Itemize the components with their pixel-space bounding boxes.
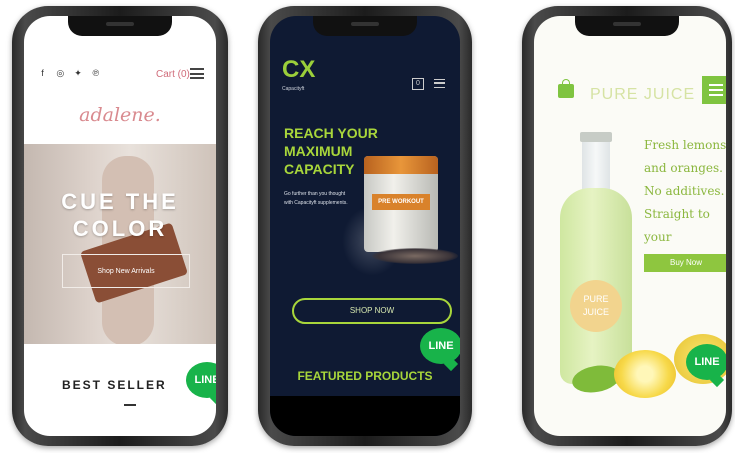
featured-products-title: FEATURED PRODUCTS (297, 369, 433, 383)
adalene-screen: f ◎ ✦ ℗ Cart (0) adalene. CUE THE COLOR … (24, 16, 216, 436)
shopping-bag-icon[interactable] (558, 79, 574, 98)
phone-adalene: f ◎ ✦ ℗ Cart (0) adalene. CUE THE COLOR … (12, 6, 228, 446)
buy-now-button[interactable]: Buy Now (644, 254, 726, 272)
cart-link[interactable]: Cart (0) (156, 69, 190, 80)
twitter-icon[interactable]: ✦ (74, 68, 83, 78)
phone-pure-juice: PURE JUICE PURE JUICE Fresh lemons and o… (522, 6, 732, 446)
menu-bar (709, 94, 723, 96)
adalene-nav: f ◎ ✦ ℗ Cart (0) (38, 68, 204, 84)
best-seller-title: BEST SELLER (62, 378, 167, 392)
facebook-icon[interactable]: f (38, 68, 47, 78)
cart-icon[interactable]: 0 (412, 78, 424, 90)
pouch-top (364, 156, 438, 174)
phone-notch (575, 16, 679, 36)
hero-headline: CUE THE COLOR (61, 189, 179, 241)
shop-now-button[interactable]: SHOP NOW (292, 298, 452, 324)
bottle-label: PURE JUICE (570, 280, 622, 332)
lemon-slice (614, 350, 676, 398)
capacityft-screen: CX Capacityft 0 REACH YOUR MAXIMUM CAPAC… (270, 16, 460, 436)
screen-bottom-bar (270, 396, 460, 436)
line-chat-button[interactable]: LINE (420, 328, 460, 364)
product-pouch: PRE WORKOUT (364, 156, 438, 252)
instagram-icon[interactable]: ◎ (56, 68, 65, 78)
hamburger-menu-icon[interactable] (190, 68, 204, 79)
phone-notch (313, 16, 417, 36)
cx-body-text: Go further than you thought with Capacit… (284, 191, 348, 206)
phone-capacityft: CX Capacityft 0 REACH YOUR MAXIMUM CAPAC… (258, 6, 472, 446)
juice-bottle: PURE JUICE (556, 132, 636, 384)
hamburger-menu-icon[interactable] (434, 79, 445, 88)
juice-description: Fresh lemons and oranges. No additives. … (644, 138, 726, 267)
phone-notch (68, 16, 172, 36)
pure-juice-screen: PURE JUICE PURE JUICE Fresh lemons and o… (534, 16, 726, 436)
bottle-neck (582, 142, 610, 192)
line-chat-button[interactable]: LINE (686, 344, 726, 380)
section-divider (124, 404, 136, 406)
cx-logo-subtitle: Capacityft (282, 86, 305, 92)
shop-new-arrivals-button[interactable]: Shop New Arrivals (62, 254, 190, 288)
bottle-cap (580, 132, 612, 142)
adalene-hero: CUE THE COLOR Shop New Arrivals (24, 144, 216, 344)
menu-bar (709, 89, 723, 91)
pure-juice-logo[interactable]: PURE JUICE (590, 86, 695, 104)
cx-logo[interactable]: CX (282, 56, 315, 84)
menu-button[interactable] (702, 76, 726, 104)
adalene-logo[interactable]: adalene. (24, 104, 216, 126)
pinterest-icon[interactable]: ℗ (91, 68, 100, 78)
line-chat-button[interactable]: LINE (186, 362, 216, 398)
menu-bar (709, 84, 723, 86)
powder-pile (372, 248, 458, 264)
pouch-label: PRE WORKOUT (372, 194, 430, 210)
